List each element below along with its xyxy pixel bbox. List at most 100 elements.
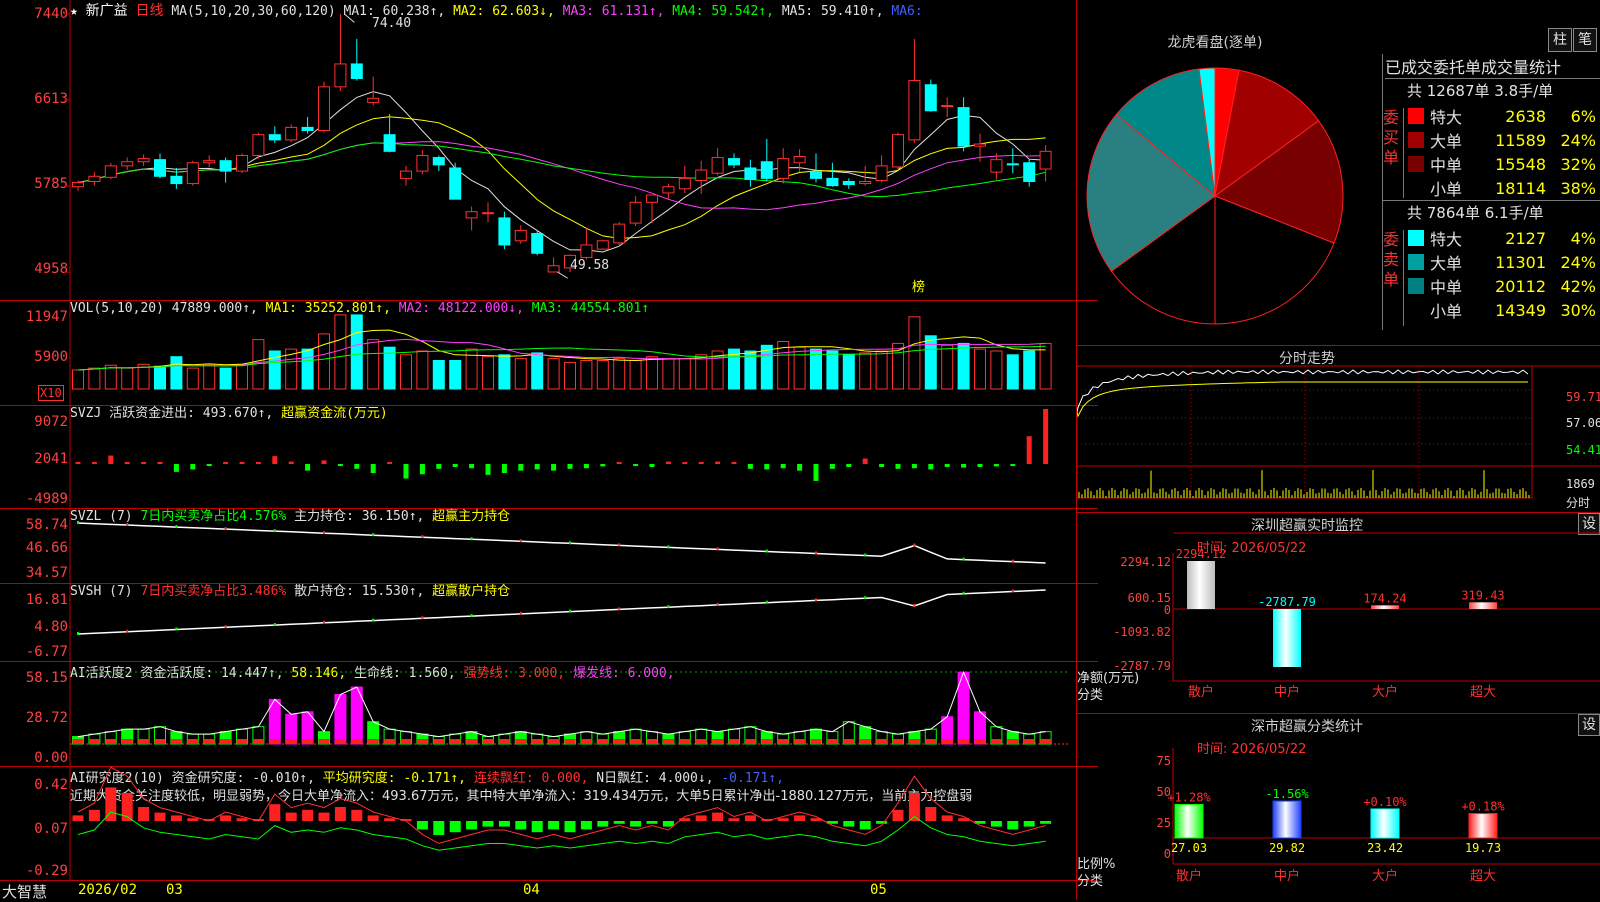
flow-bar — [469, 464, 475, 469]
holding-tick — [126, 629, 129, 633]
research-bar — [662, 821, 674, 827]
research-bar — [1040, 821, 1052, 824]
sell-section: 共 7864单 6.1手/单 委卖单 特大 2127 4% 大单 11301 24% 中单 2… — [1383, 202, 1600, 330]
change-label: +0.10% — [1363, 795, 1407, 809]
flow-bar — [485, 464, 491, 475]
intraday-chart[interactable] — [1077, 346, 1600, 512]
activity-base — [859, 739, 871, 744]
flow-bar — [387, 462, 393, 464]
holding-tick — [273, 623, 276, 627]
svzj-chart[interactable] — [0, 406, 1076, 509]
svzj-pane[interactable]: SVZJ 活跃资金进出: 493.670↑, 超赢资金流(万元) 9072 20… — [0, 405, 1098, 509]
dist-percent: 24% — [1560, 130, 1596, 150]
sell-table: 特大 2127 4% 大单 11301 24% 中单 20112 42% 小单 14349 30% — [1405, 226, 1599, 322]
candle-body — [990, 159, 1003, 173]
candle-body — [367, 97, 380, 103]
activity-base — [154, 739, 166, 744]
candle-body — [203, 160, 216, 164]
activity-base — [990, 739, 1002, 744]
kline-pane[interactable]: ★ 新广益 日线 MA(5,10,20,30,60,120) MA1: 60.2… — [0, 0, 1098, 300]
holding-tick — [273, 529, 276, 533]
ai-activity-pane[interactable]: AI活跃度2 资金活跃度: 14.447↑, 58.146, 生命线: 1.56… — [0, 661, 1098, 767]
holding-tick — [913, 543, 916, 547]
candle-body — [924, 84, 937, 112]
sz-classify-chart[interactable]: +1.28% 27.03 散户 -1.56% 29.82 中户 +0.10% 23.42 大户 +… — [1077, 714, 1600, 900]
kline-chart[interactable] — [0, 0, 1076, 300]
volume-bar — [170, 356, 183, 390]
kline-area[interactable]: ★ 新广益 日线 MA(5,10,20,30,60,120) MA1: 60.2… — [0, 0, 1098, 901]
holding-tick — [175, 525, 178, 529]
volume-bar — [104, 364, 117, 390]
dist-row: 大单 11589 24% — [1405, 128, 1599, 152]
classify-bar — [1370, 808, 1400, 839]
dist-percent: 6% — [1570, 106, 1596, 126]
candle-body — [219, 160, 232, 172]
volume-bar — [531, 352, 544, 390]
candle-body — [285, 126, 298, 141]
bar-view-button[interactable]: 柱 — [1548, 28, 1572, 52]
holding-tick — [421, 616, 424, 620]
svzl-pane[interactable]: SVZL (7) 7日内买卖净占比4.576% 主力持仓: 36.150↑, 超… — [0, 508, 1098, 584]
research-bar — [154, 812, 166, 821]
activity-base — [564, 739, 576, 744]
lhb-panel[interactable]: 龙虎看盘(逐单) 柱 笔 已成交委托单成交量统计 共 12687单 3.8手/单… — [1077, 0, 1600, 346]
activity-line — [77, 670, 1046, 738]
svsh-chart[interactable] — [0, 584, 1076, 662]
volume-bar — [974, 348, 986, 390]
dist-name: 特大 — [1430, 230, 1463, 249]
research-bar — [515, 821, 527, 830]
sz-classify-panel[interactable]: 深市超赢分类统计 设 时间: 2026/05/22 75 50 25 0 比例%… — [1077, 714, 1600, 900]
date-label: 2026/02 — [78, 882, 138, 898]
swatch-cell — [1405, 104, 1427, 128]
research-bar — [269, 804, 281, 821]
flow-bar — [780, 464, 786, 469]
flow-bar — [977, 464, 983, 468]
candle-body — [137, 158, 150, 163]
candle-body — [268, 134, 281, 141]
holding-line — [77, 522, 1046, 564]
activity-base — [236, 739, 248, 744]
ai-research-pane[interactable]: AI研究度2(10) 资金研究度: -0.010↑, 平均研究度: -0.171… — [0, 766, 1098, 881]
volume-bar — [760, 344, 773, 390]
ma5-line — [77, 91, 1046, 253]
flow-bar — [1026, 436, 1032, 464]
activity-base — [548, 739, 560, 744]
svsh-pane[interactable]: SVSH (7) 7日内买卖净占比3.486% 散户持仓: 15.530↑, 超… — [0, 583, 1098, 662]
svzl-chart[interactable] — [0, 509, 1076, 584]
tick-view-button[interactable]: 笔 — [1573, 28, 1597, 52]
sz-monitor-panel[interactable]: 深圳超赢实时监控 设 时间: 2026/05/22 2294.12 600.15… — [1077, 513, 1600, 714]
y-label: 59.71 — [1566, 390, 1600, 404]
holding-line — [77, 589, 1046, 635]
ai-activity-chart[interactable] — [0, 662, 1076, 767]
activity-base — [531, 739, 543, 744]
candle-body — [498, 217, 511, 246]
activity-base — [958, 739, 970, 744]
sz-monitor-chart[interactable]: 2294.12 散户 -2787.79 中户 174.24 大户 319.43 超大 — [1077, 513, 1600, 713]
classify-bar — [1174, 803, 1204, 839]
dist-value: 11301 — [1495, 252, 1546, 272]
lhb-pie-chart[interactable] — [1077, 0, 1357, 345]
volume-pane[interactable]: VOL(5,10,20) 47889.000↑, MA1: 35252.801↑… — [0, 300, 1098, 406]
research-bar — [876, 821, 888, 824]
lhb-stats: 已成交委托单成交量统计 共 12687单 3.8手/单 委买单 特大 2638 6%… — [1382, 54, 1600, 330]
activity-base — [433, 739, 445, 744]
flow-bar — [370, 464, 376, 474]
holding-tick — [175, 627, 178, 631]
bang-label[interactable]: 榜 — [912, 276, 925, 295]
flow-bar — [91, 462, 97, 464]
flow-bar — [961, 464, 967, 468]
swatch-cell — [1405, 298, 1427, 322]
intraday-panel[interactable]: 分时走势 59.71 57.06 54.41 1869 分时 — [1077, 346, 1600, 513]
volume-bar — [498, 354, 511, 390]
candle-body — [186, 162, 199, 185]
flow-bar — [813, 464, 819, 481]
activity-base — [1040, 739, 1052, 744]
candle-body — [482, 212, 494, 215]
research-bar — [138, 807, 150, 821]
research-bar — [384, 818, 396, 821]
ai-research-chart[interactable] — [0, 767, 1076, 881]
volume-chart[interactable] — [0, 301, 1076, 406]
candle-body — [580, 244, 593, 258]
candle-body — [449, 167, 462, 200]
volume-bar — [678, 358, 691, 390]
